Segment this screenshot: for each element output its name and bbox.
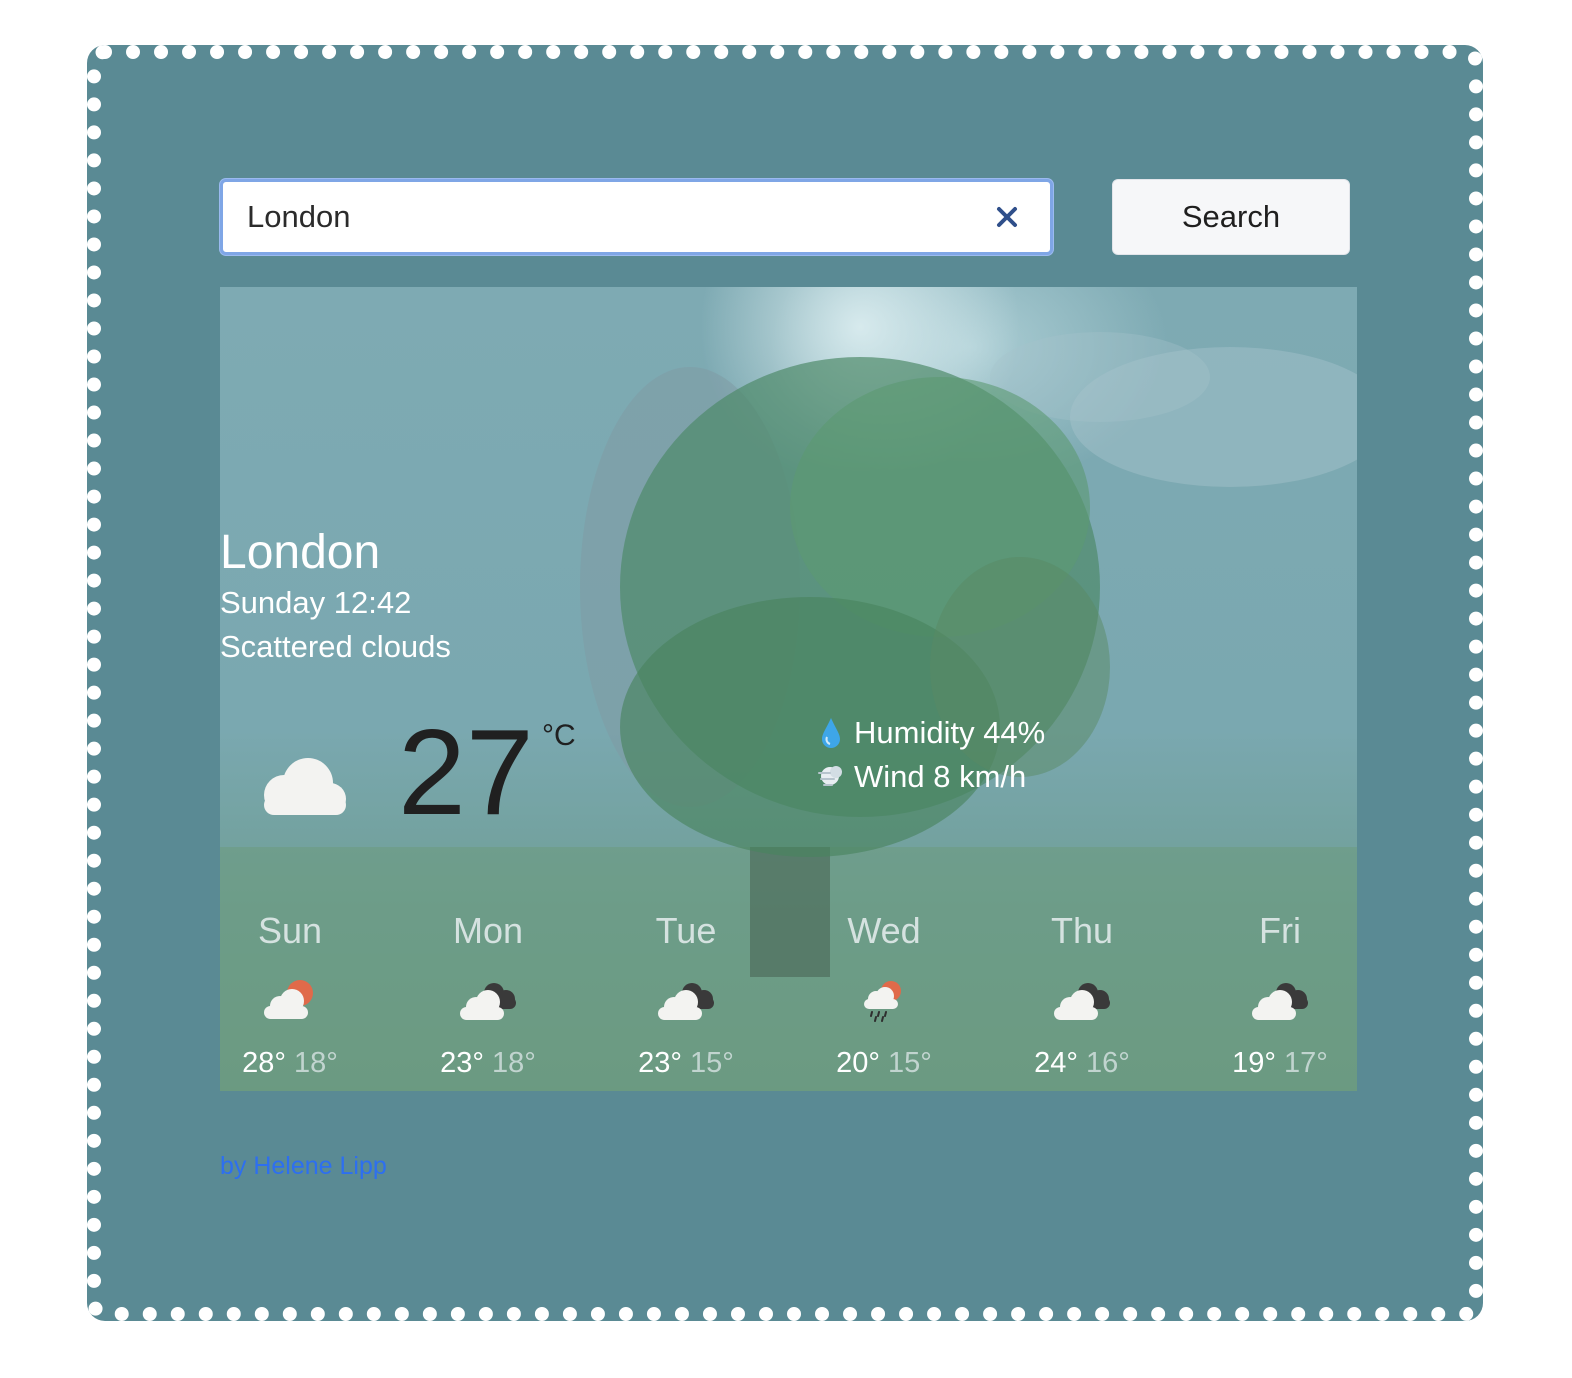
dark-clouds-icon bbox=[1054, 983, 1110, 1020]
wind-row: Wind 8 km/h bbox=[816, 757, 1026, 797]
forecast-max: 23° bbox=[638, 1047, 682, 1079]
forecast-temps: 23° 15° bbox=[616, 1045, 756, 1081]
forecast-min: 15° bbox=[690, 1047, 734, 1079]
clear-icon[interactable] bbox=[990, 200, 1024, 234]
forecast-max: 24° bbox=[1034, 1047, 1078, 1079]
forecast-min: 16° bbox=[1086, 1047, 1130, 1079]
forecast-min: 17° bbox=[1284, 1047, 1328, 1079]
forecast-min: 18° bbox=[492, 1047, 536, 1079]
date-time: Sunday 12:42 bbox=[220, 585, 412, 620]
search-field[interactable] bbox=[220, 179, 1053, 255]
forecast-day-name: Thu bbox=[1050, 910, 1114, 951]
forecast-temps: 23° 18° bbox=[418, 1045, 558, 1081]
forecast-temps: 20° 15° bbox=[814, 1045, 954, 1081]
forecast-day: Sun 28° 18° bbox=[220, 909, 360, 1081]
humidity-text: Humidity 44% bbox=[854, 715, 1046, 750]
wind-text: Wind 8 km/h bbox=[854, 759, 1027, 794]
author-credit-link[interactable]: by Helene Lipp bbox=[220, 1152, 387, 1181]
forecast-temps: 19° 17° bbox=[1210, 1045, 1350, 1081]
forecast-day-name: Mon bbox=[452, 910, 524, 951]
forecast-day: Tue 23° 15° bbox=[616, 909, 756, 1081]
forecast-max: 19° bbox=[1232, 1047, 1276, 1079]
forecast-day-name: Fri bbox=[1259, 910, 1301, 951]
forecast-min: 15° bbox=[888, 1047, 932, 1079]
forecast-max: 28° bbox=[242, 1047, 286, 1079]
water-drop-icon bbox=[822, 718, 840, 748]
forecast-temps: 28° 18° bbox=[220, 1045, 360, 1081]
weather-card: London Sunday 12:42 Scattered clouds 27 … bbox=[220, 287, 1357, 1091]
forecast-max: 23° bbox=[440, 1047, 484, 1079]
forecast-day: Thu 24° 16° bbox=[1012, 909, 1152, 1081]
dark-clouds-icon bbox=[658, 983, 714, 1020]
wind-icon bbox=[818, 766, 842, 786]
forecast-min: 18° bbox=[294, 1047, 338, 1079]
forecast-day: Mon 23° 18° bbox=[418, 909, 558, 1081]
search-input[interactable] bbox=[247, 182, 987, 252]
forecast-list: Sun 28° 18° Mon 23° 18° Tue 23° 15° Wed … bbox=[220, 909, 1357, 1089]
weather-condition: Scattered clouds bbox=[220, 629, 451, 664]
forecast-day-name: Wed bbox=[847, 910, 921, 951]
partly-sunny-icon bbox=[264, 980, 313, 1019]
search-form: Search bbox=[220, 179, 1350, 255]
humidity-row: Humidity 44% bbox=[816, 713, 1045, 753]
rain-sun-icon bbox=[864, 981, 901, 1022]
forecast-day-name: Sun bbox=[257, 910, 323, 951]
cloud-icon bbox=[264, 758, 346, 815]
forecast-day: Fri 19° 17° bbox=[1210, 909, 1350, 1081]
current-temperature: 27 bbox=[398, 704, 534, 840]
city-name: London bbox=[220, 526, 381, 579]
forecast-day-name: Tue bbox=[655, 910, 717, 951]
forecast-temps: 24° 16° bbox=[1012, 1045, 1152, 1081]
dark-clouds-icon bbox=[460, 983, 516, 1020]
temperature-unit[interactable]: °C bbox=[542, 719, 576, 753]
dark-clouds-icon bbox=[1252, 983, 1308, 1020]
forecast-day: Wed 20° 15° bbox=[814, 909, 954, 1081]
search-button[interactable]: Search bbox=[1112, 179, 1350, 255]
forecast-max: 20° bbox=[836, 1047, 880, 1079]
